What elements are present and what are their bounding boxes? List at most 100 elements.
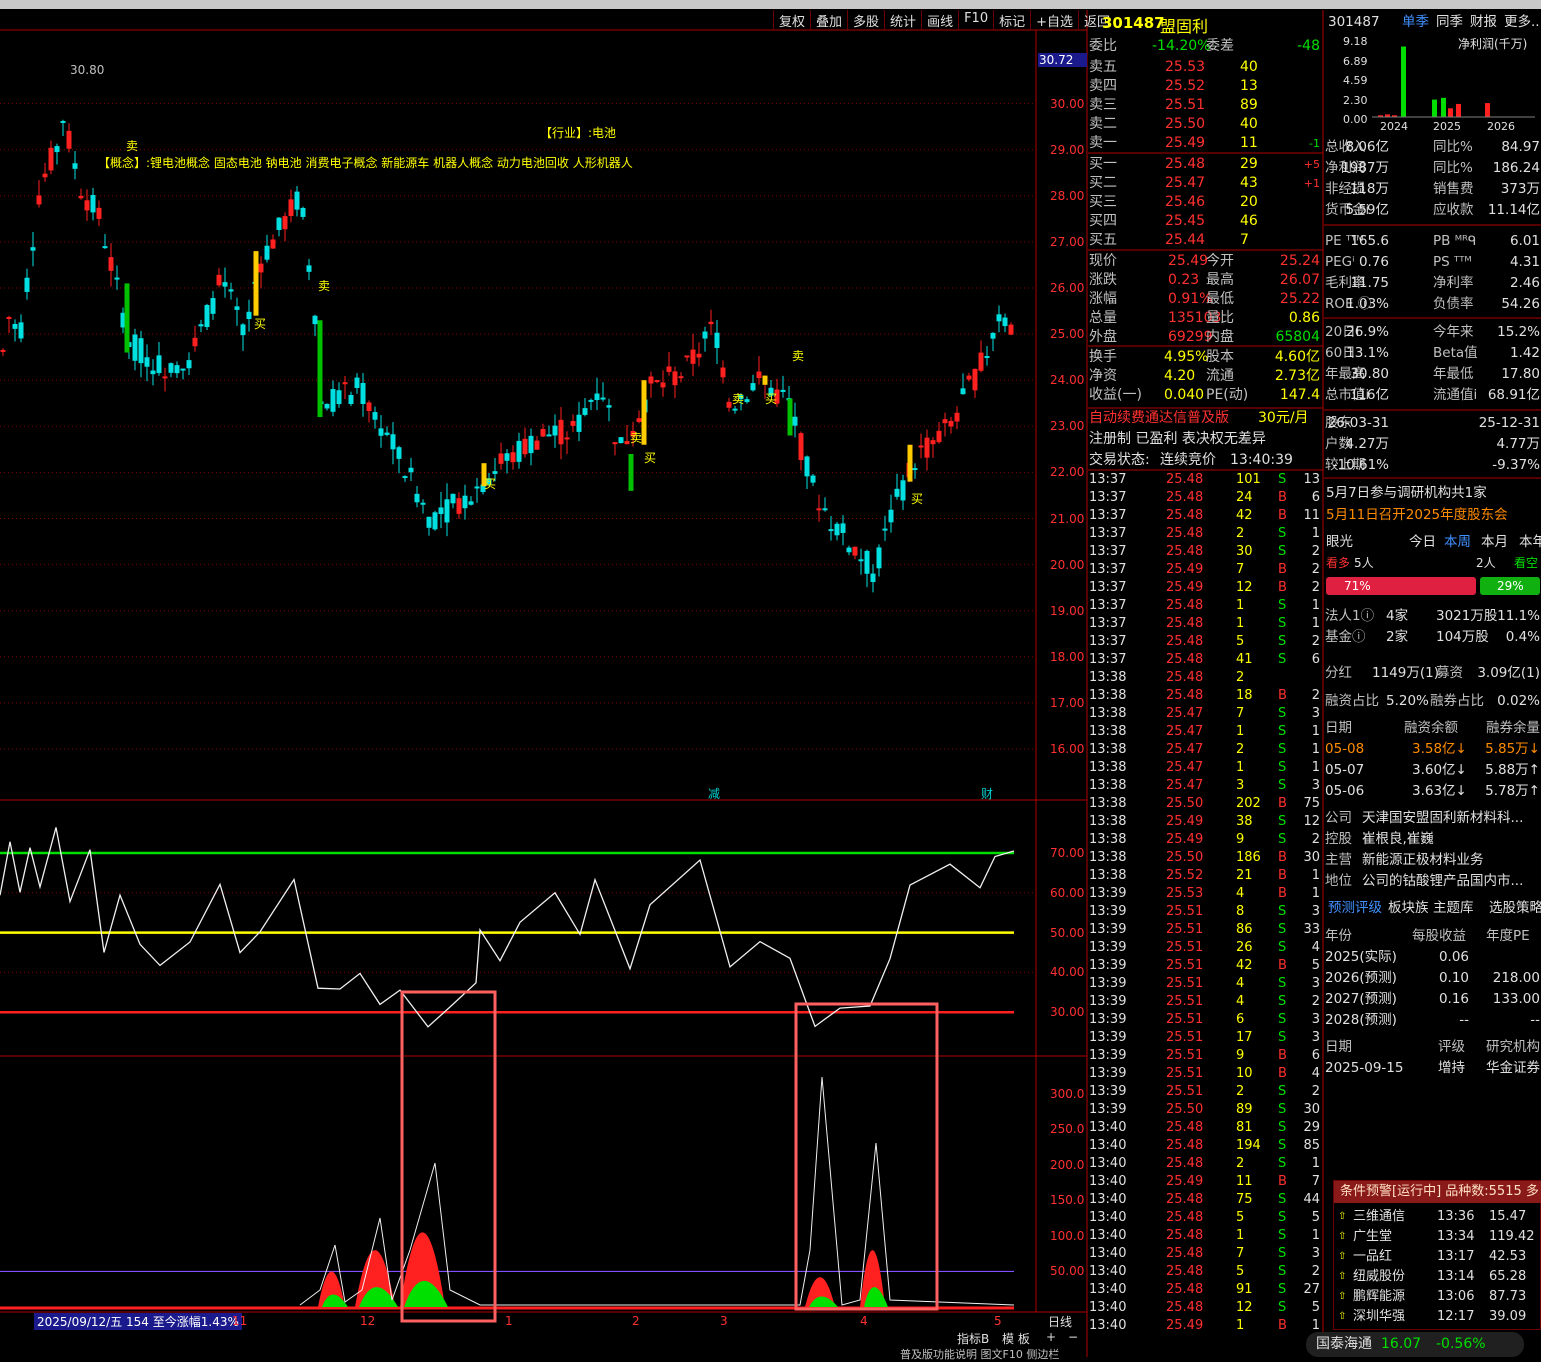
price-axis-label: 28.00: [1050, 188, 1085, 203]
bottom-tabs[interactable]: 普及版功能说明 图文F10 侧边栏: [900, 1346, 1059, 1362]
bid-row[interactable]: 买三 25.46 20: [1088, 193, 1324, 212]
ask-row[interactable]: 卖三 25.51 89: [1088, 96, 1324, 115]
cell: 涨幅: [1089, 291, 1117, 307]
alert-row[interactable]: ⇧ 深圳华强 12:17 39.09: [1336, 1307, 1541, 1327]
cell: 11: [1303, 508, 1320, 523]
cell: 6.01: [1509, 233, 1540, 249]
level-label: 买二: [1089, 175, 1117, 191]
rsi-axis-label: 30.00: [1050, 1005, 1085, 1020]
bid-row[interactable]: 买二 25.47 43 +1: [1088, 174, 1324, 193]
candle-body: [228, 289, 234, 292]
cell: S: [1278, 616, 1287, 631]
period-label[interactable]: 日线: [1048, 1313, 1072, 1330]
cell: 25.53: [1166, 886, 1204, 901]
alert-row[interactable]: ⇧ 鹏辉能源 13:06 87.73: [1336, 1287, 1541, 1307]
info-row: 地位 公司的钴酸锂产品国内市...: [1324, 871, 1541, 892]
price-axis-label: 30.00: [1050, 96, 1085, 111]
cell: 30: [1303, 1102, 1320, 1117]
tick-row: 13:38 25.47 1 S 1: [1088, 723, 1324, 741]
bid-row[interactable]: 买一 25.48 29 +5: [1088, 155, 1324, 174]
ask-row[interactable]: 卖二 25.50 40: [1088, 115, 1324, 134]
cell: 12: [1236, 1300, 1253, 1315]
cell: 25.48: [1166, 1192, 1204, 1207]
toolbar-mark[interactable]: 标记: [993, 10, 1030, 30]
bid-row[interactable]: 买四 25.45 46: [1088, 212, 1324, 231]
cell: 5.59亿: [1345, 202, 1389, 218]
ask-row[interactable]: 卖四 25.52 13: [1088, 77, 1324, 96]
cell: 1: [1311, 1156, 1320, 1171]
alert-title[interactable]: 条件预警[运行中] 品种数:5515 多: [1334, 1181, 1541, 1203]
cell: 13:37: [1089, 634, 1127, 649]
cell: S: [1278, 1156, 1287, 1171]
margin-row: 05-07 3.60亿↓ 5.88万↑: [1324, 760, 1541, 781]
candle-body: [822, 508, 828, 511]
tick-row: 13:37 25.48 2 S 1: [1088, 525, 1324, 543]
signal-bar: [253, 251, 259, 316]
ask-row[interactable]: 卖五 25.53 40: [1088, 58, 1324, 77]
index-ticker[interactable]: 国泰海通 16.07 -0.56%: [1306, 1332, 1524, 1357]
toolbar-draw[interactable]: 画线: [921, 10, 958, 30]
bid-row[interactable]: 买五 25.44 7: [1088, 231, 1324, 250]
cell: 30.80: [1350, 366, 1389, 382]
news-item[interactable]: 5月11日召开2025年度股东会: [1326, 505, 1508, 526]
toolbar-stats[interactable]: 统计: [884, 10, 921, 30]
toolbar-add-watch[interactable]: +自选: [1030, 10, 1078, 30]
alert-row[interactable]: ⇧ 纽威股份 13:14 65.28: [1336, 1267, 1541, 1287]
alert-row[interactable]: ⇧ 一品红 13:17 42.53: [1336, 1247, 1541, 1267]
candle-body: [468, 501, 474, 505]
event-reduce[interactable]: 减: [708, 785, 720, 802]
cell: 年份: [1325, 928, 1352, 944]
margin-row: 05-06 3.63亿↓ 5.78万↑: [1324, 781, 1541, 802]
toolbar-fuquan[interactable]: 复权: [773, 10, 810, 30]
promo-row[interactable]: 自动续费通达信普及版 30元/月: [1088, 409, 1324, 428]
candle-body: [522, 438, 528, 455]
cell: B: [1278, 958, 1287, 973]
template-button[interactable]: 模 板: [1002, 1330, 1030, 1347]
cell: 5: [1311, 958, 1320, 973]
candle-body: [930, 440, 936, 445]
cell: 今开: [1206, 253, 1234, 269]
candle-body: [846, 547, 852, 553]
event-finance[interactable]: 财: [981, 785, 993, 802]
cell: -9.37%: [1492, 457, 1540, 473]
cell: 2: [1311, 544, 1320, 559]
cell: 25.47: [1166, 760, 1204, 775]
candle-body: [546, 434, 552, 437]
cell: S: [1278, 994, 1287, 1009]
candle-body: [258, 263, 264, 273]
alert-row[interactable]: ⇧ 广生堂 13:34 119.42: [1336, 1227, 1541, 1247]
candle-body: [528, 435, 534, 454]
indicator-button[interactable]: 指标B: [957, 1330, 989, 1347]
fin-tab: 预测评级: [1328, 900, 1382, 916]
toolbar-multi[interactable]: 多股: [847, 10, 884, 30]
cell: 崔根良,崔巍: [1362, 831, 1434, 847]
zoom-in-button[interactable]: +: [1046, 1330, 1056, 1344]
tick-row: 13:40 25.48 7 S 3: [1088, 1245, 1324, 1263]
cell: 39.09: [1489, 1309, 1527, 1324]
cell: 13:37: [1089, 490, 1127, 505]
candle-body: [396, 447, 402, 459]
candle-body: [570, 421, 576, 426]
zoom-out-button[interactable]: −: [1068, 1330, 1078, 1344]
candle-body: [540, 428, 546, 437]
ask-row[interactable]: 卖一 25.49 11 -1: [1088, 134, 1324, 153]
news-item[interactable]: 5月7日参与调研机构共1家: [1326, 483, 1487, 504]
alert-row[interactable]: ⇧ 三维通信 13:36 15.47: [1336, 1207, 1541, 1227]
candle-body: [180, 368, 186, 371]
cell: 13:40: [1089, 1282, 1127, 1297]
price-axis-label: 29.00: [1050, 142, 1085, 157]
stat-row: 涨跌 0.23 最高 26.07: [1088, 271, 1324, 290]
toolbar-f10[interactable]: F10: [958, 10, 993, 30]
volume-axis-label: 50.00: [1050, 1264, 1085, 1279]
cell: 05-06: [1325, 783, 1365, 799]
tick-row: 13:39 25.51 17 S 3: [1088, 1029, 1324, 1047]
level-change: -1: [1309, 137, 1320, 150]
cell: 13:37: [1089, 562, 1127, 577]
cell: 2: [1311, 1264, 1320, 1279]
cell: 13:38: [1089, 868, 1127, 883]
cell: 融券占比: [1430, 693, 1484, 709]
cell: 25.51: [1166, 922, 1204, 937]
weibi-row: 委比 -14.20% 委差 -48: [1089, 38, 1320, 54]
trade-signal: 卖: [732, 392, 744, 406]
toolbar-overlay[interactable]: 叠加: [810, 10, 847, 30]
